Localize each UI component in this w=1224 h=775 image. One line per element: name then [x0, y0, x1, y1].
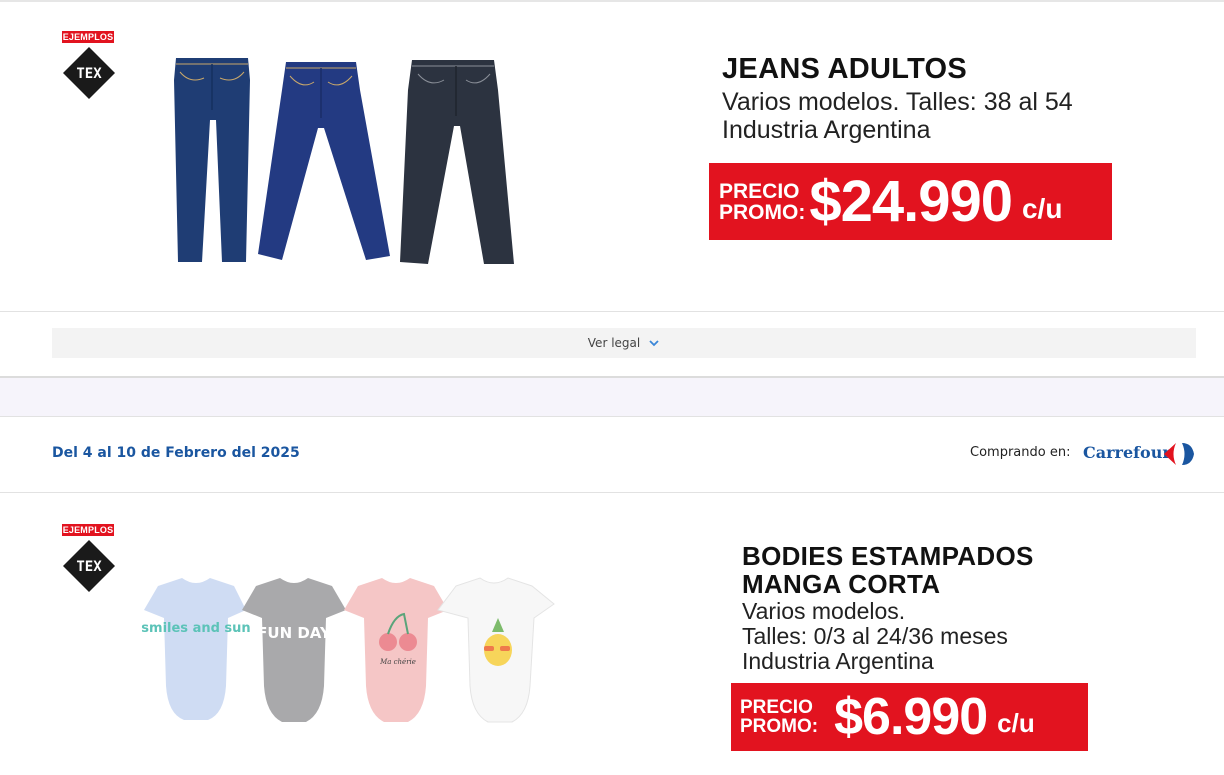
body-blue-icon: smiles and sun [141, 578, 251, 720]
product-title: JEANS ADULTOS [722, 53, 968, 85]
body-pink-icon: Ma chérie [344, 578, 448, 722]
price-value: $6.990 [834, 688, 988, 746]
buying-at-label: Comprando en: [970, 445, 1071, 460]
print-text: Ma chérie [379, 658, 416, 666]
price-label-line: PROMO: [719, 200, 806, 224]
examples-badge: EJEMPLOS [62, 524, 114, 536]
product-description-line: Talles: 0/3 al 24/36 meses [742, 623, 1008, 649]
chevron-down-icon [648, 337, 660, 349]
product-description-line: Varios modelos. Talles: 38 al 54 [722, 88, 1073, 116]
product-title: BODIES ESTAMPADOS MANGA CORTA [742, 542, 1034, 598]
body-grey-icon: FUN DAY [242, 578, 346, 722]
section-separator-band [0, 376, 1224, 416]
date-range: Del 4 al 10 de Febrero del 2025 [52, 445, 300, 461]
body-white-icon [437, 577, 555, 723]
view-legal-toggle[interactable]: Ver legal [52, 328, 1196, 358]
jean-dark-icon [400, 60, 514, 264]
price-box: PRECIO PROMO: $24.990 c/u [709, 163, 1112, 240]
bodies-image: smiles and sun FUN DAY Ma chérie [138, 574, 558, 728]
price-label-line: PRECIO [740, 697, 813, 718]
product-description: Varios modelos. Talles: 0/3 al 24/36 mes… [742, 599, 1008, 674]
price-box: PRECIO PROMO: $6.990 c/u [731, 683, 1088, 751]
price-label: PRECIO PROMO: [719, 181, 805, 223]
price-label: PRECIO PROMO: [740, 698, 818, 736]
product-description-line: Varios modelos. [742, 598, 906, 624]
price-unit: c/u [997, 707, 1035, 738]
product-title-line: BODIES ESTAMPADOS [742, 541, 1034, 571]
print-text: FUN DAY [257, 624, 332, 642]
examples-badge: EJEMPLOS [62, 31, 114, 43]
jeans-image [160, 50, 530, 270]
store-name[interactable]: Carrefour [1083, 443, 1171, 462]
tex-logo: TEX [62, 539, 116, 593]
product-description-line: Industria Argentina [722, 116, 931, 144]
divider [0, 311, 1224, 312]
jean-mid-icon [258, 62, 390, 260]
price-label-line: PRECIO [719, 179, 800, 203]
price-value: $24.990 [809, 169, 1013, 234]
price-unit: c/u [1021, 192, 1063, 224]
view-legal-label: Ver legal [587, 336, 641, 350]
product-description: Varios modelos. Talles: 38 al 54 Industr… [722, 88, 1073, 144]
print-text: smiles and sun [141, 621, 250, 636]
product-title-line: MANGA CORTA [742, 569, 941, 599]
tex-logo-text: TEX [76, 66, 102, 82]
product-description-line: Industria Argentina [742, 648, 934, 674]
carrefour-logo-icon [1162, 441, 1198, 467]
jean-light-icon [174, 58, 250, 262]
price-label-line: PROMO: [740, 716, 819, 737]
tex-logo: TEX [62, 46, 116, 100]
tex-logo-text: TEX [76, 559, 102, 575]
